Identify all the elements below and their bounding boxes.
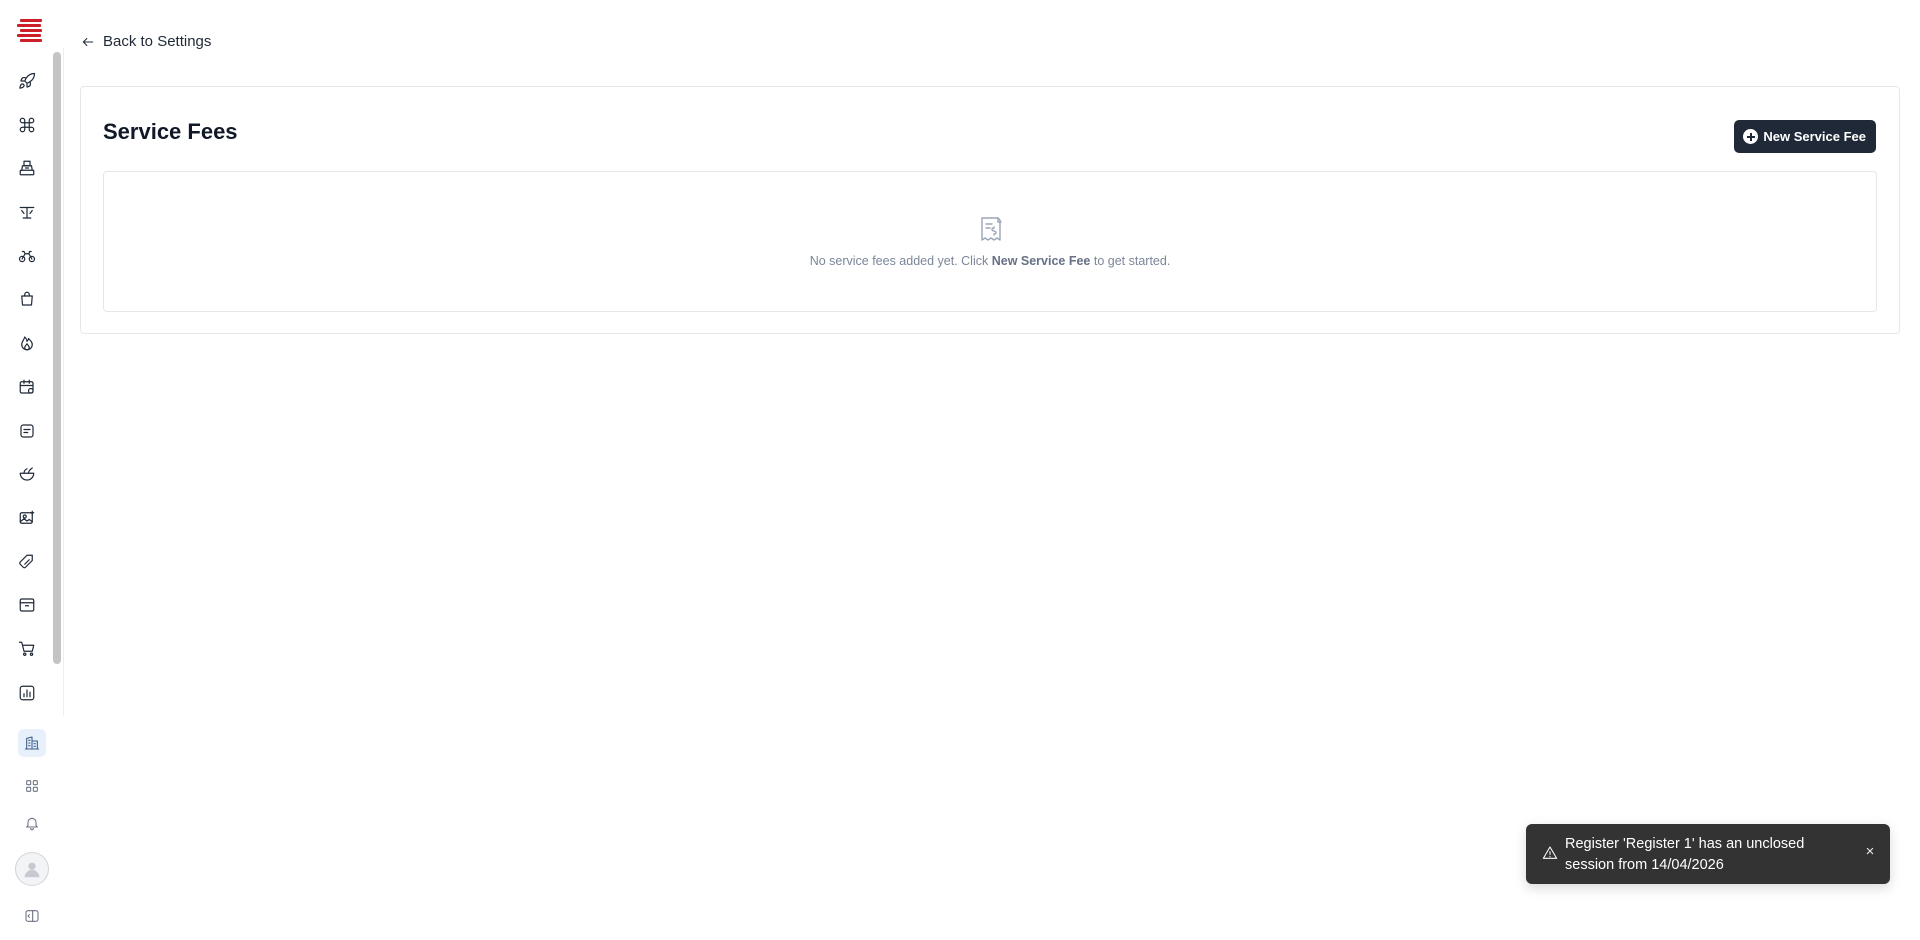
warning-triangle-icon bbox=[1542, 845, 1558, 861]
toast-close-icon[interactable]: × bbox=[1862, 844, 1878, 860]
sidebar bbox=[0, 0, 64, 940]
back-link-label: Back to Settings bbox=[103, 33, 212, 50]
empty-text-bold: New Service Fee bbox=[991, 254, 1091, 268]
scrollbar-thumb[interactable] bbox=[53, 52, 61, 664]
plus-circle-icon bbox=[1743, 129, 1759, 144]
brand-logo[interactable] bbox=[17, 16, 45, 44]
cash-register-icon[interactable] bbox=[14, 155, 40, 181]
calendar-settings-icon[interactable] bbox=[14, 374, 40, 400]
back-to-settings-link[interactable]: Back to Settings bbox=[81, 33, 211, 50]
image-plus-icon[interactable] bbox=[14, 505, 40, 531]
receipt-dollar-icon bbox=[976, 214, 1006, 244]
flame-icon[interactable] bbox=[14, 330, 40, 356]
rocket-icon[interactable] bbox=[14, 68, 40, 94]
new-service-fee-label: New Service Fee bbox=[1763, 129, 1866, 144]
shopping-bag-icon[interactable] bbox=[14, 286, 40, 312]
user-avatar[interactable] bbox=[15, 852, 49, 886]
empty-text-after: to get started. bbox=[1090, 254, 1171, 268]
service-fees-card: Service Fees New Service Fee No service … bbox=[80, 86, 1900, 334]
bell-icon[interactable] bbox=[18, 809, 46, 837]
empty-text-before: No service fees added yet. Click bbox=[809, 254, 992, 268]
bicycle-delivery-icon[interactable] bbox=[14, 243, 40, 269]
sidebar-scrollbar[interactable] bbox=[52, 48, 62, 716]
receipt-note-icon[interactable] bbox=[14, 418, 40, 444]
new-service-fee-button[interactable]: New Service Fee bbox=[1734, 120, 1876, 153]
empty-state: No service fees added yet. Click New Ser… bbox=[103, 171, 1877, 312]
empty-state-message: No service fees added yet. Click New Ser… bbox=[104, 254, 1876, 268]
toast-message: Register 'Register 1' has an unclosed se… bbox=[1565, 836, 1805, 873]
page-title: Service Fees bbox=[103, 119, 238, 144]
building-icon[interactable] bbox=[18, 729, 46, 757]
discount-tag-icon[interactable] bbox=[14, 549, 40, 575]
food-bowl-icon[interactable] bbox=[14, 461, 40, 487]
toast-notification: Register 'Register 1' has an unclosed se… bbox=[1526, 824, 1890, 884]
shopping-cart-icon[interactable] bbox=[14, 636, 40, 662]
sidebar-toggle-icon[interactable] bbox=[18, 902, 46, 930]
archive-box-icon[interactable] bbox=[14, 592, 40, 618]
apps-grid-icon[interactable] bbox=[18, 772, 46, 800]
dining-table-icon[interactable] bbox=[14, 199, 40, 225]
bar-chart-icon[interactable] bbox=[14, 680, 40, 706]
arrow-left-icon bbox=[82, 37, 94, 46]
command-icon[interactable] bbox=[14, 112, 40, 138]
